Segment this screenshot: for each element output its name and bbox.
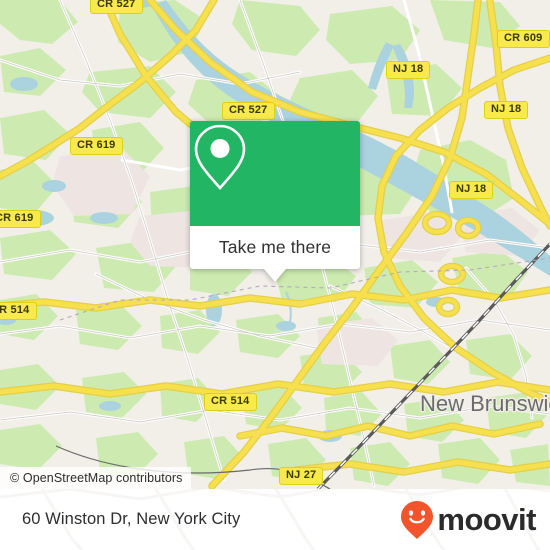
- map-attribution: © OpenStreetMap contributors: [0, 467, 191, 489]
- map-pin-icon: [194, 124, 246, 190]
- take-me-there-label: Take me there: [218, 237, 332, 257]
- road-shield: CR 514: [204, 393, 257, 411]
- map-canvas[interactable]: CR 527 CR 609 NJ 18 NJ 18 CR 527 CR 619 …: [0, 0, 550, 489]
- location-callout[interactable]: Take me there: [190, 121, 360, 282]
- footer-bar: 60 Winston Dr, New York City moovit: [0, 489, 550, 550]
- road-shield: CR 609: [497, 30, 550, 48]
- address-label: 60 Winston Dr, New York City: [22, 510, 241, 528]
- road-shield: CR 619: [70, 137, 123, 155]
- road-shield: CR 527: [90, 0, 143, 14]
- moovit-pin-smiley-icon: [401, 500, 434, 539]
- road-shield: NJ 18: [484, 101, 529, 119]
- callout-pointer: [264, 269, 286, 282]
- road-shield: CR 514: [0, 302, 37, 320]
- road-shield: NJ 18: [449, 181, 494, 199]
- city-label-new-brunswick: New Brunswick: [420, 391, 550, 416]
- moovit-wordmark: moovit: [437, 502, 536, 537]
- road-shield: CR 527: [222, 102, 275, 120]
- road-shield: NJ 18: [386, 61, 431, 79]
- callout-action[interactable]: Take me there: [190, 226, 360, 269]
- moovit-logo[interactable]: moovit: [400, 489, 536, 550]
- callout-header: [190, 121, 360, 226]
- road-shield: CR 619: [0, 210, 41, 228]
- map-screenshot: CR 527 CR 609 NJ 18 NJ 18 CR 527 CR 619 …: [0, 0, 550, 550]
- road-shield: NJ 27: [279, 467, 324, 485]
